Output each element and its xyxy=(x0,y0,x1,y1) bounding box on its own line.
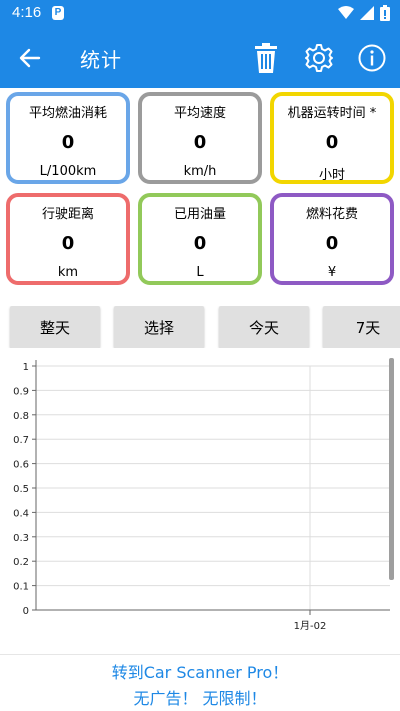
card-value: 0 xyxy=(193,132,207,153)
back-button[interactable] xyxy=(14,42,46,74)
y-tick-label: 0.1 xyxy=(13,582,29,593)
gear-icon xyxy=(305,44,333,72)
card-avg-speed[interactable]: 平均速度 0 km/h xyxy=(138,92,262,184)
y-tick-label: 0.5 xyxy=(13,484,29,495)
card-title: 平均燃油消耗 xyxy=(28,106,107,121)
chart-scrollbar[interactable] xyxy=(389,358,394,580)
status-bar: 4:16 P xyxy=(0,0,400,28)
page-title: 统计 xyxy=(80,48,122,72)
range-all-day-button[interactable]: 整天 xyxy=(10,306,100,348)
card-unit: km/h xyxy=(183,164,217,179)
card-value: 0 xyxy=(325,132,339,153)
card-title: 行驶距离 xyxy=(41,207,94,222)
stats-grid: 平均燃油消耗 0 L/100km 平均速度 0 km/h 机器运转时间 * 0 … xyxy=(0,88,400,290)
y-tick-label: 0.2 xyxy=(13,557,29,568)
delete-button[interactable] xyxy=(248,40,284,76)
y-tick-label: 0.7 xyxy=(13,435,29,446)
card-value: 0 xyxy=(193,233,207,254)
range-selector: 整天 选择 今天 7天 xyxy=(0,306,400,348)
card-value: 0 xyxy=(61,132,75,153)
card-distance[interactable]: 行驶距离 0 km xyxy=(6,193,130,285)
y-tick-label: 0.9 xyxy=(13,386,29,397)
promo-link[interactable]: 转到Car Scanner Pro！ xyxy=(0,659,400,683)
card-unit: L xyxy=(196,265,204,280)
y-tick-label: 0.3 xyxy=(13,533,29,544)
arrow-left-icon xyxy=(19,48,41,68)
range-today-button[interactable]: 今天 xyxy=(219,306,309,348)
card-fuel-used[interactable]: 已用油量 0 L xyxy=(138,193,262,285)
card-title: 已用油量 xyxy=(173,207,226,222)
card-title: 机器运转时间 * xyxy=(287,106,377,121)
app-notification-icon: P xyxy=(52,6,64,20)
card-value: 0 xyxy=(325,233,339,254)
card-fuel-cost[interactable]: 燃料花费 0 ¥ xyxy=(270,193,394,285)
info-icon xyxy=(358,44,386,72)
settings-button[interactable] xyxy=(301,40,337,76)
trash-icon xyxy=(255,43,277,73)
battery-icon xyxy=(380,5,390,21)
card-title: 平均速度 xyxy=(173,106,226,121)
card-unit: ¥ xyxy=(327,265,337,280)
signal-icon xyxy=(360,6,374,20)
chart-canvas: 0 0.1 0.2 0.3 0.4 0.5 0.6 0.7 0.8 0.9 1 1月-02 xyxy=(13,360,390,632)
range-7days-button[interactable]: 7天 xyxy=(323,306,400,348)
card-title: 燃料花费 xyxy=(305,207,358,222)
stats-chart[interactable]: 0 0.1 0.2 0.3 0.4 0.5 0.6 0.7 0.8 0.9 1 1月-02 xyxy=(0,356,400,644)
promo-subtitle: 无广告！ 无限制！ xyxy=(133,689,267,708)
y-tick-label: 0.4 xyxy=(13,508,29,519)
y-tick-label: 0 xyxy=(23,606,29,617)
card-avg-fuel-consumption[interactable]: 平均燃油消耗 0 L/100km xyxy=(6,92,130,184)
wifi-icon xyxy=(338,6,354,19)
range-select-button[interactable]: 选择 xyxy=(114,306,204,348)
y-tick-label: 0.6 xyxy=(13,460,29,471)
y-tick-label: 1 xyxy=(23,362,29,373)
x-tick-label: 1月-02 xyxy=(294,620,327,632)
status-icons xyxy=(338,5,390,21)
card-unit: km xyxy=(57,265,79,280)
card-unit: 小时 xyxy=(318,168,345,183)
promo-banner[interactable]: 转到Car Scanner Pro！ 无广告！ 无限制！ xyxy=(0,654,400,711)
y-tick-label: 0.8 xyxy=(13,411,29,422)
card-unit: L/100km xyxy=(39,164,97,179)
card-engine-runtime[interactable]: 机器运转时间 * 0 小时 xyxy=(270,92,394,184)
info-button[interactable] xyxy=(354,40,390,76)
status-time: 4:16 xyxy=(12,4,42,21)
app-bar: 统计 xyxy=(0,28,400,88)
card-value: 0 xyxy=(61,233,75,254)
